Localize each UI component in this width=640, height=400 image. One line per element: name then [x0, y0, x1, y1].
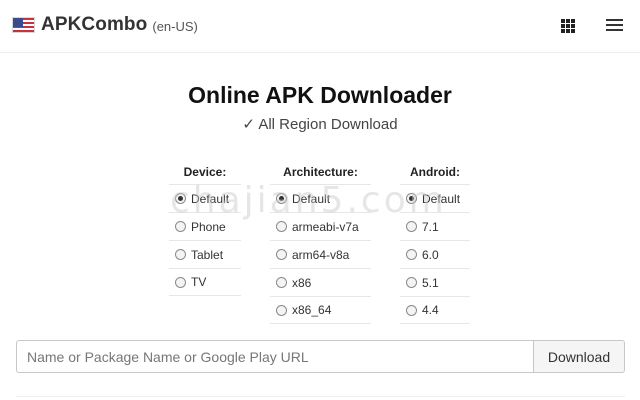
radio-checked-icon[interactable] — [175, 193, 186, 204]
radio-icon[interactable] — [406, 221, 417, 232]
brand-name[interactable]: APKCombo — [41, 14, 147, 36]
android-option-4-4[interactable]: 4.4 — [400, 296, 470, 324]
radio-checked-icon[interactable] — [406, 193, 417, 204]
divider — [16, 396, 625, 397]
radio-icon[interactable] — [276, 249, 287, 260]
device-heading: Device: — [183, 165, 227, 179]
device-option-phone[interactable]: Phone — [169, 212, 241, 240]
android-option-5-1[interactable]: 5.1 — [400, 268, 470, 296]
android-heading: Android: — [410, 165, 460, 179]
brand[interactable]: APKCombo (en-US) — [12, 14, 198, 36]
radio-icon[interactable] — [175, 276, 186, 288]
arch-option-x86[interactable]: x86 — [270, 268, 371, 296]
apps-grid-icon[interactable] — [561, 19, 575, 33]
radio-icon[interactable] — [276, 304, 287, 316]
radio-checked-icon[interactable] — [276, 193, 287, 204]
arch-option-arm64-v8a[interactable]: arm64-v8a — [270, 240, 371, 268]
option-label: Phone — [191, 219, 226, 234]
architecture-options: Architecture: Default armeabi-v7a arm64-… — [270, 164, 371, 324]
option-label: TV — [191, 275, 207, 289]
top-nav-bar: APKCombo (en-US) — [0, 0, 640, 53]
radio-icon[interactable] — [276, 221, 287, 232]
option-label: x86_64 — [292, 303, 332, 317]
option-label: 4.4 — [422, 303, 439, 317]
arch-option-armeabi-v7a[interactable]: armeabi-v7a — [270, 212, 371, 240]
option-label: 6.0 — [422, 247, 439, 262]
option-label: 5.1 — [422, 275, 439, 290]
us-flag-icon — [12, 17, 35, 33]
option-label: arm64-v8a — [292, 247, 350, 262]
download-button[interactable]: Download — [533, 340, 625, 373]
page-subtitle: ✓ All Region Download — [242, 116, 398, 133]
radio-icon[interactable] — [175, 249, 186, 260]
device-option-tv[interactable]: TV — [169, 268, 241, 296]
option-label: Default — [422, 191, 461, 206]
option-label: x86 — [292, 275, 312, 290]
arch-option-x86-64[interactable]: x86_64 — [270, 296, 371, 324]
architecture-heading: Architecture: — [283, 165, 358, 179]
option-label: 7.1 — [422, 219, 439, 234]
option-label: armeabi-v7a — [292, 219, 359, 234]
option-label: Default — [292, 191, 331, 206]
device-option-tablet[interactable]: Tablet — [169, 240, 241, 268]
device-option-default[interactable]: Default — [169, 184, 241, 212]
device-options: Device: Default Phone Tablet TV — [169, 164, 241, 296]
arch-option-default[interactable]: Default — [270, 184, 371, 212]
android-option-default[interactable]: Default — [400, 184, 470, 212]
radio-icon[interactable] — [406, 304, 417, 316]
android-option-6-0[interactable]: 6.0 — [400, 240, 470, 268]
search-form: Download — [16, 340, 625, 373]
page-title: Online APK Downloader — [188, 82, 452, 108]
radio-icon[interactable] — [276, 277, 287, 288]
option-label: Default — [191, 191, 230, 206]
option-label: Tablet — [191, 247, 224, 262]
hamburger-menu-icon[interactable] — [606, 18, 623, 32]
android-option-7-1[interactable]: 7.1 — [400, 212, 470, 240]
android-options: Android: Default 7.1 6.0 5.1 4.4 — [400, 164, 470, 324]
search-input[interactable] — [16, 340, 533, 373]
radio-icon[interactable] — [406, 277, 417, 288]
radio-icon[interactable] — [406, 249, 417, 260]
locale-label[interactable]: (en-US) — [152, 19, 198, 34]
radio-icon[interactable] — [175, 221, 186, 232]
